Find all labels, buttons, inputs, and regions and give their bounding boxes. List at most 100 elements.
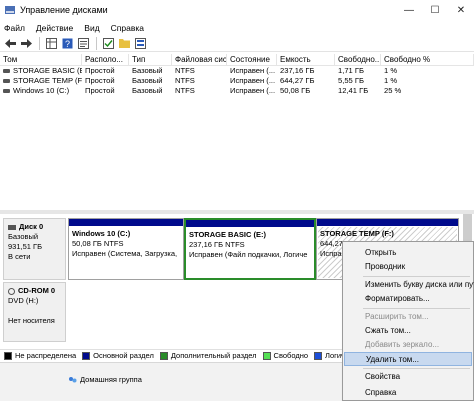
column-header[interactable]: Тип xyxy=(129,54,172,65)
legend-swatch xyxy=(159,351,168,360)
menu-bar: Файл Действие Вид Справка xyxy=(0,20,474,35)
disk-size xyxy=(8,306,65,316)
partition[interactable]: Windows 10 (C:) 50,08 ГБ NTFS Исправен (… xyxy=(68,218,184,280)
svg-text:?: ? xyxy=(65,39,70,49)
menu-action[interactable]: Действие xyxy=(36,23,73,33)
menu-delete-volume[interactable]: Удалить том... xyxy=(344,352,472,366)
disk-size: 931,51 ГБ xyxy=(8,242,43,251)
cdrom-icon xyxy=(8,287,15,295)
home-group-item[interactable]: Домашняя группа xyxy=(68,375,142,384)
table-cell: NTFS xyxy=(175,76,195,85)
table-cell: Исправен (... xyxy=(230,66,276,75)
legend-swatch xyxy=(4,351,12,360)
column-header[interactable]: Емкость xyxy=(277,54,335,65)
menu-extend-volume[interactable]: Расширить том... xyxy=(344,310,472,324)
volume-icon xyxy=(3,89,10,93)
window-title: Управление дисками xyxy=(20,5,108,15)
column-header[interactable]: Располо... xyxy=(82,54,129,65)
partition[interactable]: STORAGE BASIC (E:) 237,16 ГБ NTFS Исправ… xyxy=(184,218,316,280)
menu-add-mirror[interactable]: Добавить зеркало... xyxy=(344,338,472,352)
disk-state: В сети xyxy=(8,252,31,261)
disk-label[interactable]: Диск 0 Базовый 931,51 ГБ В сети xyxy=(3,218,66,280)
table-cell: 1 % xyxy=(384,76,398,85)
disk-label[interactable]: CD-ROM 0 DVD (H:) Нет носителя xyxy=(3,282,66,342)
table-cell: Простой xyxy=(85,66,115,75)
column-header[interactable]: Файловая сист... xyxy=(172,54,227,65)
menu-format[interactable]: Форматировать... xyxy=(344,292,472,306)
table-cell: STORAGE BASIC (E:) xyxy=(0,66,82,76)
partition-name: Windows 10 (C:) xyxy=(72,229,131,238)
column-header[interactable]: Состояние xyxy=(227,54,277,65)
table-cell: 25 % xyxy=(384,86,402,95)
table-cell: 5,55 ГБ xyxy=(338,76,364,85)
home-group-icon xyxy=(68,376,77,384)
volume-icon xyxy=(3,69,10,73)
table-cell: Исправен (... xyxy=(230,76,276,85)
legend-swatch xyxy=(262,351,271,360)
volume-list: Том Располо... Тип Файловая сист... Сост… xyxy=(0,54,474,210)
menu-open[interactable]: Открыть xyxy=(344,246,472,260)
legend-item: Дополнительный раздел xyxy=(159,351,257,360)
menu-view[interactable]: Вид xyxy=(84,23,99,33)
table-row[interactable]: STORAGE BASIC (E:) Простой Базовый NTFS … xyxy=(0,66,474,76)
volume-name: STORAGE TEMP (F:) xyxy=(13,76,82,85)
menu-shrink-volume[interactable]: Сжать том... xyxy=(344,324,472,338)
menu-help-item[interactable]: Справка xyxy=(344,386,472,400)
partition-status: Исправен (Файл подкачки, Логиче xyxy=(189,250,308,259)
table-cell: 237,16 ГБ xyxy=(280,66,315,75)
table-cell: 12,41 ГБ xyxy=(338,86,369,95)
legend-label: Дополнительный раздел xyxy=(170,351,257,360)
toolbar-separator xyxy=(39,36,40,50)
disk-management-icon xyxy=(4,4,16,16)
column-header[interactable]: Свободно % xyxy=(381,54,474,65)
disk-state: Нет носителя xyxy=(8,316,55,325)
table-row[interactable]: Windows 10 (C:) Простой Базовый NTFS Исп… xyxy=(0,86,474,96)
forward-icon[interactable] xyxy=(19,36,33,50)
table-cell: 1 % xyxy=(384,66,398,75)
help-icon[interactable]: ? xyxy=(60,36,74,50)
menu-separator xyxy=(363,368,470,369)
disk-icon xyxy=(8,224,16,230)
table-cell: STORAGE TEMP (F:) xyxy=(0,76,82,86)
table-cell: 644,27 ГБ xyxy=(280,76,315,85)
menu-help[interactable]: Справка xyxy=(111,23,144,33)
menu-file[interactable]: Файл xyxy=(4,23,25,33)
legend-label: Не распределена xyxy=(15,351,77,360)
table-cell: Windows 10 (C:) xyxy=(0,86,82,96)
table-cell: 50,08 ГБ xyxy=(280,86,311,95)
legend-item: Основной раздел xyxy=(82,351,154,360)
back-icon[interactable] xyxy=(3,36,17,50)
legend-swatch xyxy=(82,351,91,360)
legend-swatch xyxy=(314,351,323,360)
partition-size: 50,08 ГБ NTFS xyxy=(72,239,124,248)
volume-icon xyxy=(3,79,10,83)
partition-size: 237,16 ГБ NTFS xyxy=(189,240,245,249)
table-row[interactable]: STORAGE TEMP (F:) Простой Базовый NTFS И… xyxy=(0,76,474,86)
minimize-button[interactable]: — xyxy=(396,0,422,20)
folder-icon[interactable] xyxy=(117,36,131,50)
checklist-icon[interactable] xyxy=(101,36,115,50)
table-cell: Базовый xyxy=(132,76,163,85)
disk-name: Диск 0 xyxy=(19,222,44,231)
column-header[interactable]: Том xyxy=(0,54,82,65)
menu-change-drive-letter[interactable]: Изменить букву диска или путь xyxy=(344,278,474,292)
disk-type: DVD (H:) xyxy=(8,296,39,305)
maximize-button[interactable]: ☐ xyxy=(422,0,448,20)
menu-separator xyxy=(363,276,470,277)
table-cell: 1,71 ГБ xyxy=(338,66,364,75)
properties-icon[interactable] xyxy=(76,36,90,50)
menu-properties[interactable]: Свойства xyxy=(344,370,472,384)
partition-status: Исправен (Система, Загрузка, xyxy=(72,249,178,258)
vertical-scrollbar[interactable] xyxy=(463,214,472,244)
legend-item: Свободно xyxy=(262,351,308,360)
disk-name: CD-ROM 0 xyxy=(18,286,56,295)
partition-bar xyxy=(317,219,458,226)
column-header[interactable]: Свободно... xyxy=(335,54,381,65)
close-button[interactable]: ✕ xyxy=(448,0,474,20)
partition-bar xyxy=(186,220,314,227)
disk-type: Базовый xyxy=(8,232,39,241)
grid-icon[interactable] xyxy=(44,36,58,50)
menu-explorer[interactable]: Проводник xyxy=(344,260,472,274)
disk-list-icon[interactable] xyxy=(133,36,147,50)
legend-label: Основной раздел xyxy=(93,351,154,360)
